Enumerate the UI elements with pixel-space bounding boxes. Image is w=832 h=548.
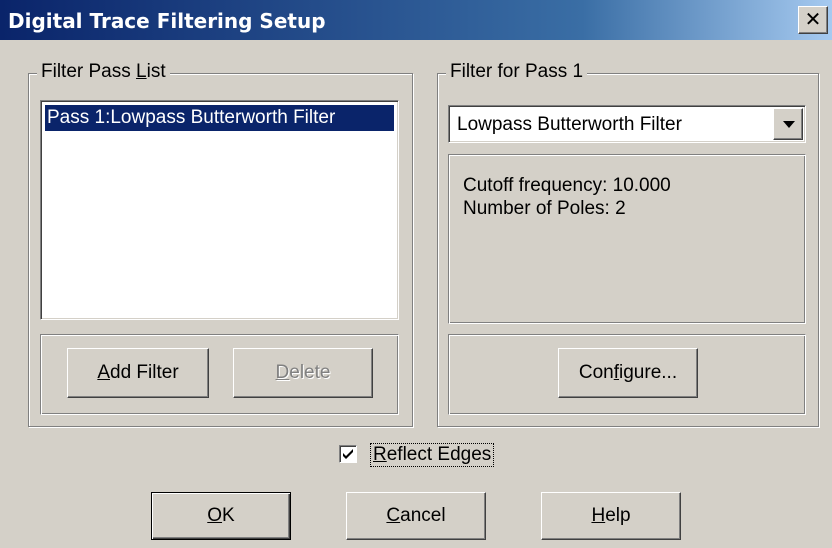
- configure-button[interactable]: Configure...: [558, 348, 698, 398]
- chevron-down-icon[interactable]: [773, 108, 803, 140]
- filter-pass-list-group: Filter Pass List Pass 1:Lowpass Butterwo…: [28, 61, 413, 427]
- cutoff-frequency-text: Cutoff frequency: 10.000: [463, 175, 671, 196]
- title-bar: Digital Trace Filtering Setup ✕: [0, 0, 832, 40]
- filter-pass-list-legend: Filter Pass List: [37, 61, 170, 83]
- help-button[interactable]: Help: [541, 492, 681, 540]
- checkmark-icon: [343, 449, 353, 459]
- filter-for-pass-legend: Filter for Pass 1: [446, 61, 588, 83]
- reflect-edges-label[interactable]: Reflect Edges: [370, 443, 495, 467]
- window-title: Digital Trace Filtering Setup: [8, 9, 326, 33]
- close-button[interactable]: ✕: [798, 6, 828, 34]
- filter-type-select[interactable]: Lowpass Butterworth Filter: [448, 105, 806, 143]
- filter-type-value: Lowpass Butterworth Filter: [457, 114, 682, 135]
- list-item[interactable]: Pass 1:Lowpass Butterworth Filter: [45, 105, 394, 131]
- ok-button[interactable]: OK: [151, 492, 291, 540]
- delete-button[interactable]: Delete: [233, 348, 373, 398]
- reflect-edges-checkbox[interactable]: [339, 445, 357, 463]
- close-icon: ✕: [804, 7, 822, 31]
- add-filter-button[interactable]: Add Filter: [67, 348, 209, 398]
- cancel-button[interactable]: Cancel: [346, 492, 486, 540]
- filter-pass-listbox[interactable]: Pass 1:Lowpass Butterworth Filter: [40, 100, 399, 320]
- number-of-poles-text: Number of Poles: 2: [463, 198, 626, 219]
- filter-for-pass-group: Filter for Pass 1 Lowpass Butterworth Fi…: [437, 61, 819, 427]
